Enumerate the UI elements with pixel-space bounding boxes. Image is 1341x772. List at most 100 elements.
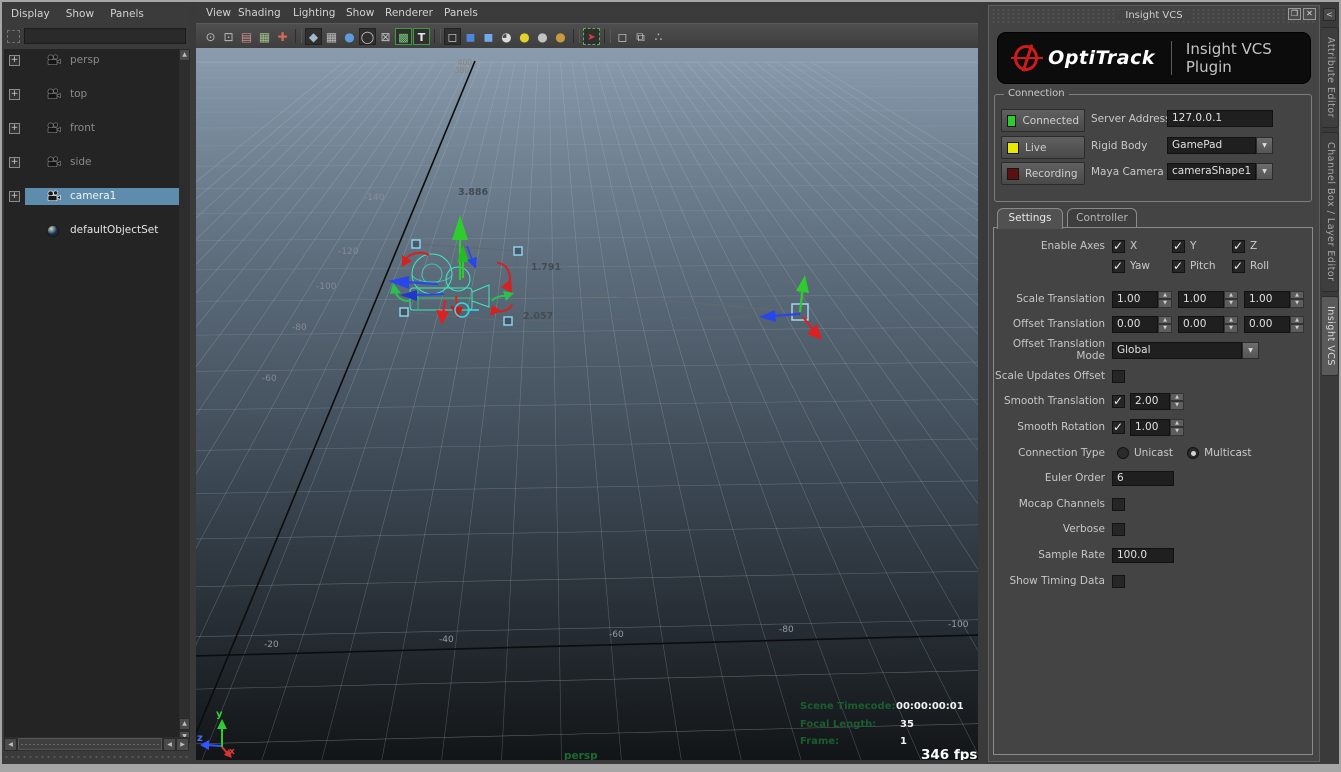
menu-view[interactable]: View [206,7,231,19]
outliner-item-persp[interactable]: + persp [4,52,189,69]
recording-button[interactable]: Recording [1001,162,1085,185]
expand-icon[interactable]: + [9,55,20,66]
chevron-down-icon[interactable]: ▼ [1256,163,1273,180]
server-address-field[interactable]: 127.0.0.1 [1167,110,1273,127]
safe-action-icon[interactable]: ▩ [395,28,412,45]
spin-down-icon[interactable]: ▼ [1158,324,1172,333]
offset-translation-y-spinner[interactable]: 0.00▲▼ [1178,316,1238,333]
tab-insight-vcs[interactable]: Insight VCS [1322,296,1339,376]
checkbox-pitch[interactable] [1172,260,1185,273]
checkbox-roll[interactable] [1232,260,1245,273]
checkbox-z[interactable] [1232,240,1245,253]
checker-material-mode-icon[interactable]: ◕ [498,28,515,45]
spin-up-icon[interactable]: ▲ [1170,393,1184,402]
pan-zoom-icon[interactable]: ✚ [274,28,291,45]
viewport-3d-scene[interactable]: -20 -40 -60 -80 -100 -60 -80 -100 -120 -… [196,48,978,760]
spin-down-icon[interactable]: ▼ [1224,324,1238,333]
spin-down-icon[interactable]: ▼ [1170,401,1184,410]
scroll-left-icon[interactable]: ◀ [4,738,17,751]
gate-mask-icon[interactable]: ◯ [359,28,376,45]
checkbox-show-timing-data[interactable] [1112,575,1125,588]
maya-camera-dropdown[interactable]: cameraShape1 ▼ [1167,163,1273,180]
spin-down-icon[interactable]: ▼ [1290,299,1304,308]
radio-unicast[interactable] [1117,447,1129,459]
close-icon[interactable]: ✕ [1303,8,1316,20]
shared-display-icon[interactable]: ∴ [650,28,667,45]
spin-up-icon[interactable]: ▲ [1290,291,1304,300]
expand-icon[interactable]: + [9,191,20,202]
menu-lighting[interactable]: Lighting [293,7,335,19]
lock-camera-icon[interactable]: ⊙ [202,28,219,45]
scroll-left-icon[interactable]: ◀ [163,738,176,751]
chevron-down-icon[interactable]: ▼ [1242,342,1259,359]
tab-channel-box-layer-editor[interactable]: Channel Box / Layer Editor [1322,132,1339,292]
checkbox-smooth-rotation[interactable] [1112,421,1125,434]
spin-up-icon[interactable]: ▲ [1224,316,1238,325]
menu-panels[interactable]: Panels [444,7,478,19]
selection-filter-icon[interactable] [7,30,20,43]
scale-translation-y-spinner[interactable]: 1.00▲▼ [1178,291,1238,308]
safe-title-icon[interactable]: T [413,28,430,45]
highlight-selection-icon[interactable]: ➤ [583,28,600,45]
sample-rate-field[interactable]: 100.0 [1112,548,1174,563]
bookmarks-icon[interactable]: ▤ [238,28,255,45]
film-gate-icon[interactable]: ▦ [323,28,340,45]
outliner-item-defaultobjectset[interactable]: defaultObjectSet [4,222,189,239]
menu-shading[interactable]: Shading [238,7,281,19]
ambient-occlusion-mode-icon[interactable]: ● [552,28,569,45]
isolate-select-icon[interactable]: ◆ [305,28,322,45]
wireframe-mode-icon[interactable]: ◻ [444,28,461,45]
menu-panels[interactable]: Panels [110,8,144,20]
use-all-lights-icon[interactable]: ● [516,28,533,45]
panel-grip[interactable] [4,753,189,761]
spin-up-icon[interactable]: ▲ [1290,316,1304,325]
textured-mode-icon[interactable]: ◼ [480,28,497,45]
radio-multicast[interactable] [1187,447,1199,459]
restore-window-icon[interactable]: ❐ [1288,8,1301,20]
expand-icon[interactable]: + [9,123,20,134]
checkbox-verbose[interactable] [1112,523,1125,536]
connected-button[interactable]: Connected [1001,109,1085,132]
checkbox-yaw[interactable] [1112,260,1125,273]
offset-translation-z-spinner[interactable]: 0.00▲▼ [1244,316,1304,333]
outliner-search-input[interactable] [24,28,186,44]
checkbox-mocap-channels[interactable] [1112,498,1125,511]
chevron-down-icon[interactable]: ▼ [1256,137,1273,154]
checkbox-smooth-translation[interactable] [1112,395,1125,408]
tab-attribute-editor[interactable]: Attribute Editor [1322,27,1339,128]
smooth-translation-spinner[interactable]: 2.00▲▼ [1130,393,1184,410]
menu-renderer[interactable]: Renderer [385,7,433,19]
live-button[interactable]: Live [1001,136,1085,159]
scroll-up-icon[interactable]: ▲ [179,718,190,730]
spin-up-icon[interactable]: ▲ [1170,419,1184,428]
smooth-rotation-spinner[interactable]: 1.00▲▼ [1130,419,1184,436]
menu-show[interactable]: Show [346,7,374,19]
checkbox-y[interactable] [1172,240,1185,253]
shadows-mode-icon[interactable]: ● [534,28,551,45]
spin-down-icon[interactable]: ▼ [1158,299,1172,308]
field-chart-icon[interactable]: ⊠ [377,28,394,45]
outliner-horizontal-scrollbar[interactable]: ◀ ◀ ▶ [4,737,189,751]
spin-down-icon[interactable]: ▼ [1224,299,1238,308]
checkbox-x[interactable] [1112,240,1125,253]
exposure-toggle-icon[interactable]: ⧉ [632,28,649,45]
outliner-item-side[interactable]: + side [4,154,189,171]
smooth-shade-mode-icon[interactable]: ◼ [462,28,479,45]
euler-order-field[interactable]: 6 [1112,471,1174,486]
spin-up-icon[interactable]: ▲ [1224,291,1238,300]
spin-down-icon[interactable]: ▼ [1170,427,1184,436]
outliner-item-camera1[interactable]: + camera1 [4,188,189,205]
spin-up-icon[interactable]: ▲ [1158,291,1172,300]
resolution-gate-icon[interactable]: ● [341,28,358,45]
scale-translation-x-spinner[interactable]: 1.00▲▼ [1112,291,1172,308]
outliner-item-top[interactable]: + top [4,86,189,103]
spin-down-icon[interactable]: ▼ [1290,324,1304,333]
menu-show[interactable]: Show [66,8,94,20]
offset-translation-mode-dropdown[interactable]: Global ▼ [1112,342,1259,359]
scrollbar-thumb[interactable] [18,738,162,750]
tab-settings[interactable]: Settings [997,208,1063,229]
xray-mode-icon[interactable]: ◻ [614,28,631,45]
checkbox-scale-updates-offset[interactable] [1112,370,1125,383]
scroll-right-icon[interactable]: ▶ [176,738,189,751]
panel-titlebar[interactable]: Insight VCS [991,8,1317,23]
